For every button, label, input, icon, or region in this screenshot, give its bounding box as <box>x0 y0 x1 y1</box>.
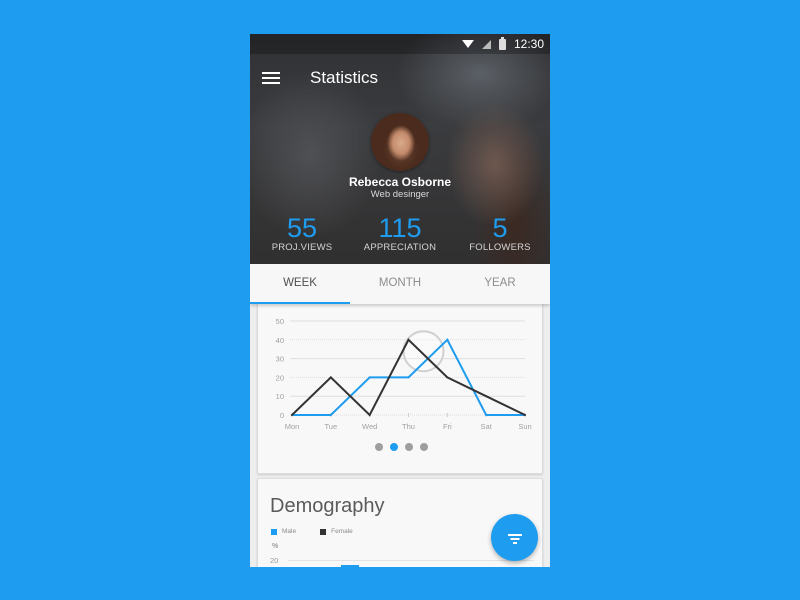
x-tick-label: Tue <box>325 422 338 431</box>
legend-label: Female <box>331 528 353 535</box>
signal-icon <box>481 39 491 49</box>
line-chart: 0 10 20 30 40 50 Mon Tue Wed Thu Fri Sat Sun <box>276 317 532 431</box>
wifi-icon <box>461 40 474 48</box>
demography-legend: Male Female <box>271 528 353 535</box>
y-tick-label: 50 <box>276 317 284 326</box>
filter-icon-line <box>512 542 517 544</box>
pagination-dot[interactable] <box>404 443 413 451</box>
y-tick-label: 10 <box>276 392 284 401</box>
y-tick: 20 <box>270 556 279 565</box>
gridline <box>288 560 534 561</box>
legend-swatch-male <box>271 528 277 535</box>
stat-proj-views[interactable]: 55 PROJ.VIEWS <box>252 214 352 253</box>
page-title: Statistics <box>310 68 379 87</box>
profile-role: Web desinger <box>370 189 430 200</box>
y-axis-unit: % <box>272 543 279 550</box>
data-point <box>329 414 332 416</box>
stat-value: 55 <box>286 213 318 243</box>
x-tick-label: Thu <box>402 422 415 431</box>
hamburger-menu-icon[interactable] <box>262 72 280 86</box>
status-time: 12:30 <box>513 37 544 51</box>
stat-value: 5 <box>492 213 508 243</box>
x-tick-label: Fri <box>443 422 452 431</box>
status-bar: 12:30 <box>250 34 550 54</box>
y-tick-label: 40 <box>276 336 284 345</box>
battery-icon <box>498 36 506 50</box>
filter-icon-line <box>510 538 519 540</box>
stat-label: PROJ.VIEWS <box>271 242 333 253</box>
pagination-dot[interactable] <box>419 443 428 451</box>
stat-value: 115 <box>378 213 422 243</box>
demography-title: Demography <box>270 495 385 517</box>
tab-year[interactable]: YEAR <box>450 264 550 304</box>
legend-label: Male <box>282 528 297 535</box>
data-point <box>368 414 371 416</box>
data-point <box>446 338 449 341</box>
stat-label: APPRECIATION <box>363 242 437 253</box>
pagination-dot[interactable] <box>389 443 398 451</box>
data-point <box>291 414 293 416</box>
filter-button[interactable] <box>491 514 538 561</box>
data-point <box>524 414 526 416</box>
y-tick-label: 20 <box>276 373 284 382</box>
legend-item-male: Male <box>271 528 296 535</box>
stat-followers[interactable]: 5 FOLLOWERS <box>450 214 550 253</box>
profile-header: 12:30 Statistics Rebecca Osborne Web des… <box>250 34 550 264</box>
phone-screen: 12:30 Statistics Rebecca Osborne Web des… <box>250 34 550 567</box>
y-tick-label: 30 <box>276 355 284 364</box>
x-tick-label: Sun <box>518 422 531 431</box>
weekly-chart-card: 0 10 20 30 40 50 Mon Tue Wed Thu Fri Sat Sun <box>257 296 543 474</box>
stat-label: FOLLOWERS <box>469 242 531 253</box>
data-point <box>485 395 488 398</box>
x-tick-label: Wed <box>362 422 377 431</box>
chart-pagination <box>258 443 544 451</box>
pagination-dot[interactable] <box>374 443 383 451</box>
legend-item-female: Female <box>320 528 353 535</box>
filter-icon <box>507 534 522 536</box>
x-tick-label: Sat <box>481 422 493 431</box>
tab-month[interactable]: MONTH <box>350 264 450 304</box>
data-point <box>329 376 332 379</box>
avatar[interactable] <box>371 113 429 171</box>
data-point <box>368 376 371 379</box>
demography-bar <box>341 565 359 567</box>
tab-week[interactable]: WEEK <box>250 264 350 304</box>
data-point <box>485 414 488 416</box>
legend-swatch-female <box>320 528 327 535</box>
data-point <box>407 338 410 341</box>
x-tick-label: Mon <box>285 422 300 431</box>
data-point <box>407 376 410 379</box>
period-tabs: WEEK MONTH YEAR <box>250 264 550 304</box>
touch-highlight <box>402 330 445 373</box>
profile-name: Rebecca Osborne <box>348 175 452 189</box>
data-point <box>446 376 449 379</box>
stat-appreciation[interactable]: 115 APPRECIATION <box>350 214 450 253</box>
y-tick-label: 0 <box>280 411 284 420</box>
